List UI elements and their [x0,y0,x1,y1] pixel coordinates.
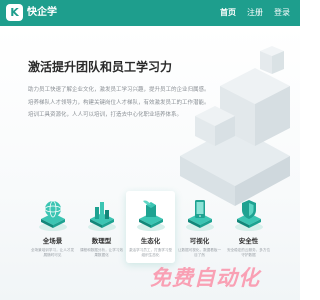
sprout-icon [136,200,165,231]
hero-section: 激活提升团队和员工学习力 助力员工快速了解企业文化，激发员工学习兴趣，提升员工的… [0,26,300,300]
hero-description-line: 培养梯队人才领导力，构建关键岗位人才梯队，有效激发员工的工作潜能。 [28,99,210,106]
app-name[interactable]: 快企学 [27,6,57,20]
hero-description-line: 助力员工快速了解企业文化，激发员工学习兴趣，提升员工的企业归属感。 [28,87,210,93]
hero-description: 助力员工快速了解企业文化，激发员工学习兴趣，提升员工的企业归属感。 培养梯队人才… [28,84,268,122]
feature-card-visual[interactable]: 可视化 让数据可视化，数据看板一目了然 [175,191,224,263]
watermark-text: 免费自动化 [150,266,260,290]
feature-title: 安全性 [238,237,259,245]
logo-letter: K [10,6,19,19]
feature-desc: 让数据可视化，数据看板一目了然 [177,248,222,257]
chart-icon [87,202,116,231]
top-navbar: K 快企学 首页 注册 登录 [0,0,300,26]
globe-icon [38,200,67,231]
feature-title: 数理型 [91,237,112,245]
feature-card-security[interactable]: 安全性 安全稳定的云服务，多方位守护数据 [224,191,273,263]
hero-description-line: 培训工具资源化，人人可以培训，打造去中心化职业培养体系。 [28,112,183,118]
shield-icon [234,200,263,231]
nav-register-link[interactable]: 注册 [247,6,263,20]
feature-desc: 激活学习员工，打造学习型组织生态化 [128,248,173,257]
hero-title: 激活提升团队和员工学习力 [28,60,173,74]
feature-list: 全场景 全场景培训学习，让人才发展随时可见 数理型 课程和数据分析，让学习效果数… [28,191,273,263]
mobile-icon [185,200,214,231]
logo-icon[interactable]: K [6,4,23,21]
feature-desc: 全场景培训学习，让人才发展随时可见 [30,248,75,257]
nav-home-link[interactable]: 首页 [220,6,236,20]
feature-title: 全场景 [42,237,63,245]
feature-desc: 安全稳定的云服务，多方位守护数据 [226,248,271,257]
feature-title: 可视化 [189,237,210,245]
feature-card-all-scenario[interactable]: 全场景 全场景培训学习，让人才发展随时可见 [28,191,77,263]
feature-card-ecosystem[interactable]: 生态化 激活学习员工，打造学习型组织生态化 [126,191,175,263]
nav-login-link[interactable]: 登录 [274,6,290,20]
feature-card-data[interactable]: 数理型 课程和数据分析，让学习效果数据化 [77,191,126,263]
feature-title: 生态化 [140,237,161,245]
feature-desc: 课程和数据分析，让学习效果数据化 [79,248,124,257]
nav-menu: 首页 注册 登录 [220,6,290,20]
